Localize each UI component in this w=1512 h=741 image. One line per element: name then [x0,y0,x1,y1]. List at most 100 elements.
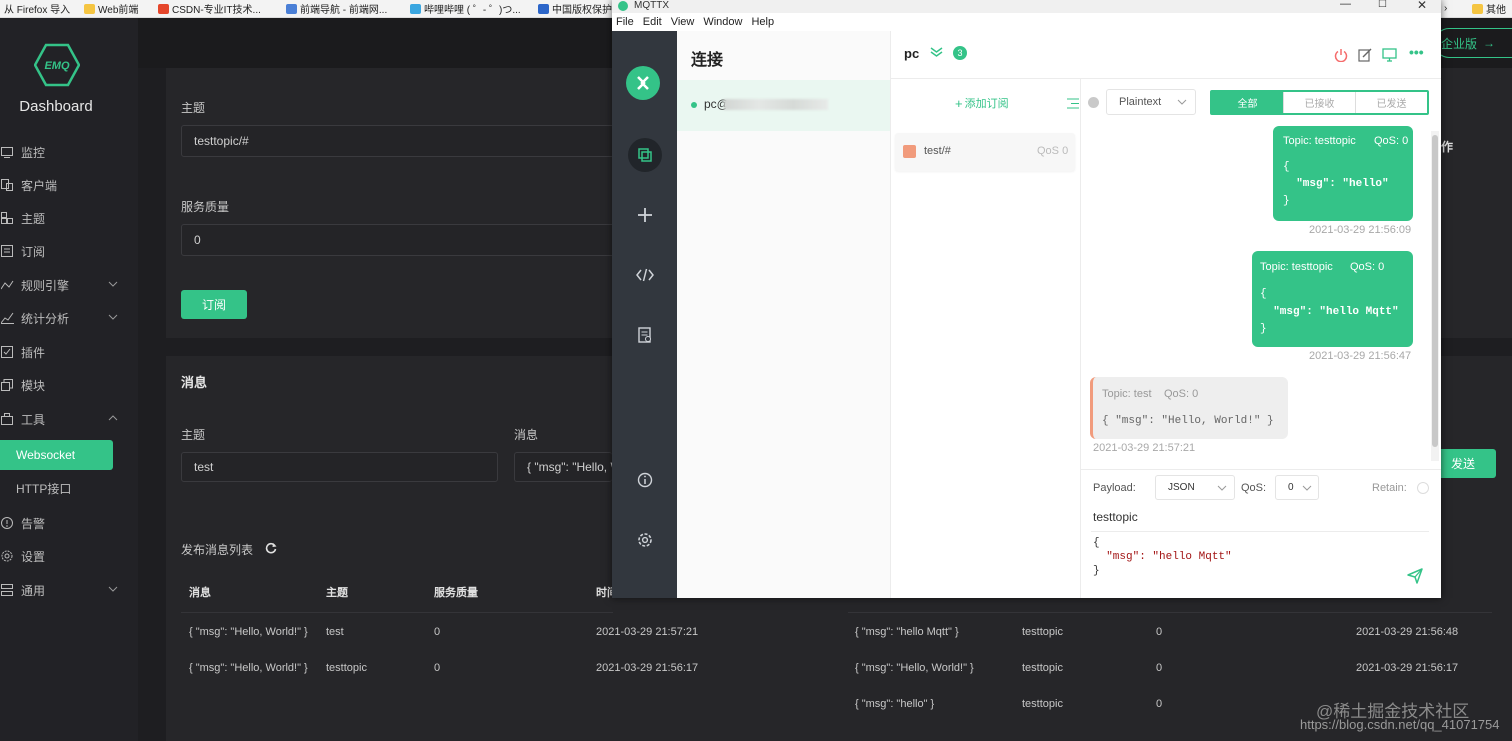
more-icon[interactable]: ••• [1409,44,1424,60]
message-body-label: 消息 [514,428,539,442]
tab-sent[interactable]: 已发送 [1355,92,1427,113]
nav-plugins[interactable]: 插件 [0,337,134,367]
message-qos: QoS: 0 [1374,135,1409,147]
menu-file[interactable]: File [616,16,634,28]
mqttx-titlebar: MQTTX — ☐ ✕ [612,0,1441,13]
message-qos: QoS: 0 [1164,388,1199,400]
chevron-down-icon [1217,485,1227,491]
qos-select[interactable]: 0 [1275,475,1319,500]
bookmark-copyright[interactable]: 中国版权保护... [538,1,620,16]
composer-payload-editor[interactable]: { "msg": "hello Mqtt" } [1093,537,1393,593]
message-timestamp: 2021-03-29 21:56:09 [1309,224,1412,236]
maximize-icon[interactable]: ☐ [1378,0,1387,10]
plus-icon: + [955,95,963,111]
menu-view[interactable]: View [671,16,695,28]
bookmark-other[interactable]: 其他 [1472,1,1506,16]
nav-label: 设置 [21,549,46,564]
connection-item-pc[interactable]: pc@ [677,80,890,131]
nav-modules[interactable]: 模块 [0,370,134,400]
watermark-csdn-url: https://blog.csdn.net/qq_41071754 [1300,717,1500,732]
edit-icon[interactable] [1358,48,1372,62]
nav-label: Websocket [16,448,76,462]
about-icon[interactable] [628,463,662,497]
nav-topics[interactable]: 主题 [0,203,134,233]
tab-received[interactable]: 已接收 [1283,92,1355,113]
bookmark-import-firefox[interactable]: 从 Firefox 导入 [4,1,70,16]
disconnect-icon[interactable] [1334,48,1348,62]
script-icon[interactable] [628,258,662,292]
mqttx-logo [626,66,660,100]
log-icon[interactable] [628,318,662,352]
nav-label: 客户端 [21,178,58,193]
menu-edit[interactable]: Edit [643,16,662,28]
subscribe-button[interactable]: 订阅 [181,290,247,319]
payload-type-select[interactable]: JSON [1155,475,1235,500]
nav-monitor[interactable]: 监控 [0,137,134,167]
menu-window[interactable]: Window [703,16,742,28]
tab-all[interactable]: 全部 [1212,92,1283,113]
composer-topic-input[interactable]: testtopic [1093,510,1138,524]
subscribe-topic-input[interactable]: testtopic/# [181,125,621,157]
close-icon[interactable]: ✕ [1417,0,1427,12]
bookmark-csdn[interactable]: CSDN-专业IT技术... [158,1,261,16]
message-body-input[interactable]: { "msg": "Hello, W [514,452,612,482]
menu-help[interactable]: Help [751,16,774,28]
enterprise-button[interactable]: 企业版 → [1434,28,1512,58]
nav-rule-engine[interactable]: 规则引擎 [0,270,134,300]
rule-engine-icon [0,279,14,292]
svg-text:EMQ: EMQ [44,60,70,72]
plugins-icon [0,346,14,359]
message-topic-input[interactable]: test [181,452,498,482]
nav-label: 告警 [21,516,46,531]
bookmarks-overflow[interactable]: › [1444,1,1447,16]
new-window-icon[interactable] [1382,48,1397,62]
nav-analytics[interactable]: 统计分析 [0,303,134,333]
retain-checkbox[interactable] [1417,482,1429,494]
list-toggle-icon[interactable] [1067,98,1079,109]
settings-icon[interactable] [628,523,662,557]
nav-alarms[interactable]: 告警 [0,508,134,538]
subscribe-qos-select[interactable]: 0 [181,224,621,256]
cell-time: 2021-03-29 21:57:21 [596,626,699,638]
payload-line: } [1093,565,1100,577]
subscriptions-icon [0,245,14,258]
refresh-icon[interactable] [265,542,277,554]
connections-icon[interactable] [628,138,662,172]
nav-http-api[interactable]: HTTP接口 [0,473,134,503]
cell-topic: testtopic [326,662,367,674]
nav-websocket[interactable]: Websocket [0,440,113,470]
collapse-chevrons-icon[interactable] [930,46,943,58]
bilibili-icon [410,3,421,14]
subscription-topic: test/# [924,145,951,157]
messages-scrollbar[interactable] [1431,131,1439,461]
payload-format-select[interactable]: Plaintext [1106,89,1196,115]
emq-sidebar: EMQ Dashboard 监控 客户端 主题 订阅 规则引擎 统计分析 插件 … [0,18,138,741]
subscription-item[interactable]: test/# QoS 0 [895,133,1075,171]
copyright-site-icon [538,3,549,14]
message-qos: QoS: 0 [1350,261,1385,273]
bookmark-label: 前端导航 - 前端网... [300,5,388,16]
minimize-icon[interactable]: — [1340,0,1351,10]
scrollbar-thumb[interactable] [1432,135,1438,447]
arrow-right-icon: → [1483,36,1496,50]
nav-settings[interactable]: 设置 [0,541,134,571]
send-icon[interactable] [1407,568,1423,584]
nav-label: 规则引擎 [21,278,70,293]
bookmark-label: 从 Firefox 导入 [4,5,71,16]
nav-label: 监控 [21,145,46,160]
cell-topic: test [326,626,344,638]
nav-clients[interactable]: 客户端 [0,170,134,200]
nav-label: 主题 [21,211,46,226]
bookmark-frontend-nav[interactable]: 前端导航 - 前端网... [286,1,387,16]
nav-general[interactable]: 通用 [0,575,134,605]
bookmark-label: 哔哩哔哩 ( ゜- ゜)つ... [424,5,521,16]
chevron-down-icon [1302,485,1312,491]
chevron-down-icon [1177,99,1187,105]
nav-tools[interactable]: 工具 [0,404,134,434]
cell-time: 2021-03-29 21:56:48 [1356,626,1459,638]
nav-subscriptions[interactable]: 订阅 [0,236,134,266]
bookmark-bilibili[interactable]: 哔哩哔哩 ( ゜- ゜)つ... [410,1,521,16]
new-connection-icon[interactable] [628,198,662,232]
add-subscription-button[interactable]: + 添加订阅 [955,95,1009,111]
bookmark-web-frontend[interactable]: Web前端 [84,1,138,16]
